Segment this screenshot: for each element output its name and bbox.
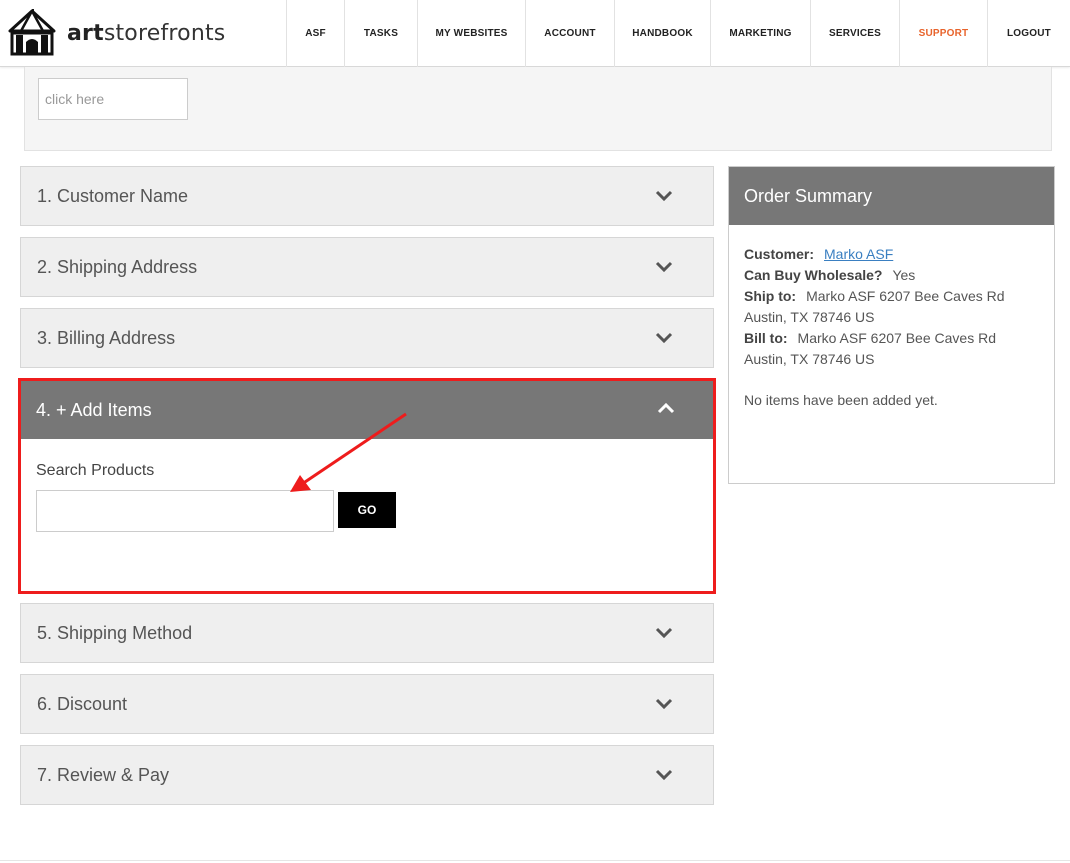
nav-account[interactable]: ACCOUNT: [525, 0, 614, 67]
logo[interactable]: artstorefronts: [7, 8, 225, 58]
top-header: artstorefronts ASF TASKS MY WEBSITES ACC…: [0, 0, 1070, 67]
bill-to-label: Bill to:: [744, 330, 788, 346]
chevron-down-icon: [655, 698, 673, 710]
chevron-down-icon: [655, 627, 673, 639]
customer-label: Customer:: [744, 246, 815, 262]
section-shipping-method[interactable]: 5. Shipping Method: [20, 603, 714, 663]
section-title: 6. Discount: [37, 694, 128, 714]
wholesale-label: Can Buy Wholesale?: [744, 267, 883, 283]
nav-services[interactable]: SERVICES: [810, 0, 899, 67]
section-review-pay[interactable]: 7. Review & Pay: [20, 745, 714, 805]
section-discount[interactable]: 6. Discount: [20, 674, 714, 734]
nav-handbook[interactable]: HANDBOOK: [614, 0, 710, 67]
wholesale-value: Yes: [892, 267, 916, 283]
nav-marketing[interactable]: MARKETING: [710, 0, 810, 67]
order-summary-body: Customer: Marko ASF Can Buy Wholesale? Yes…: [729, 225, 1054, 430]
nav-my-websites[interactable]: MY WEBSITES: [417, 0, 525, 67]
go-button[interactable]: GO: [338, 492, 396, 528]
section-add-items: 4. + Add Items Search Products GO: [18, 378, 716, 594]
section-title: 3. Billing Address: [37, 328, 176, 348]
customer-link[interactable]: Marko ASF: [824, 246, 893, 262]
summary-customer: Customer: Marko ASF: [744, 244, 1039, 265]
chevron-down-icon: [655, 190, 673, 202]
section-title: 2. Shipping Address: [37, 257, 198, 277]
section-title: 7. Review & Pay: [37, 765, 170, 785]
nav-support[interactable]: SUPPORT: [899, 0, 987, 67]
brand-name: artstorefronts: [67, 20, 226, 46]
section-title: 1. Customer Name: [37, 186, 189, 206]
no-items-message: No items have been added yet.: [744, 392, 938, 408]
order-summary: Order Summary Customer: Marko ASF Can Buy…: [728, 166, 1055, 484]
tent-logo-icon: [8, 9, 56, 56]
search-products-label: Search Products: [36, 462, 155, 479]
section-shipping-address[interactable]: 2. Shipping Address: [20, 237, 714, 297]
click-here-field[interactable]: click here: [38, 78, 188, 120]
section-billing-address[interactable]: 3. Billing Address: [20, 308, 714, 368]
section-title: 5. Shipping Method: [37, 623, 193, 643]
summary-wholesale: Can Buy Wholesale? Yes: [744, 265, 1039, 286]
order-summary-title: Order Summary: [729, 167, 1054, 225]
section-customer-name[interactable]: 1. Customer Name: [20, 166, 714, 226]
nav-asf[interactable]: ASF: [286, 0, 344, 67]
chevron-down-icon: [655, 261, 673, 273]
search-products-input[interactable]: [36, 490, 334, 532]
chevron-down-icon: [655, 769, 673, 781]
footer-divider: [0, 860, 1070, 861]
chevron-up-icon: [657, 402, 675, 414]
section-add-items-header[interactable]: 4. + Add Items: [21, 381, 713, 439]
ship-to-label: Ship to:: [744, 288, 797, 304]
chevron-down-icon: [655, 332, 673, 344]
summary-bill-to: Bill to: Marko ASF 6207 Bee Caves Rd Aust…: [744, 328, 1039, 370]
nav-tasks[interactable]: TASKS: [344, 0, 417, 67]
section-title: 4. + Add Items: [36, 400, 152, 420]
summary-ship-to: Ship to: Marko ASF 6207 Bee Caves Rd Aust…: [744, 286, 1039, 328]
nav-logout[interactable]: LOGOUT: [987, 0, 1070, 67]
customer-lookup-panel: click here: [24, 67, 1052, 151]
main-nav: ASF TASKS MY WEBSITES ACCOUNT HANDBOOK M…: [286, 0, 1070, 67]
